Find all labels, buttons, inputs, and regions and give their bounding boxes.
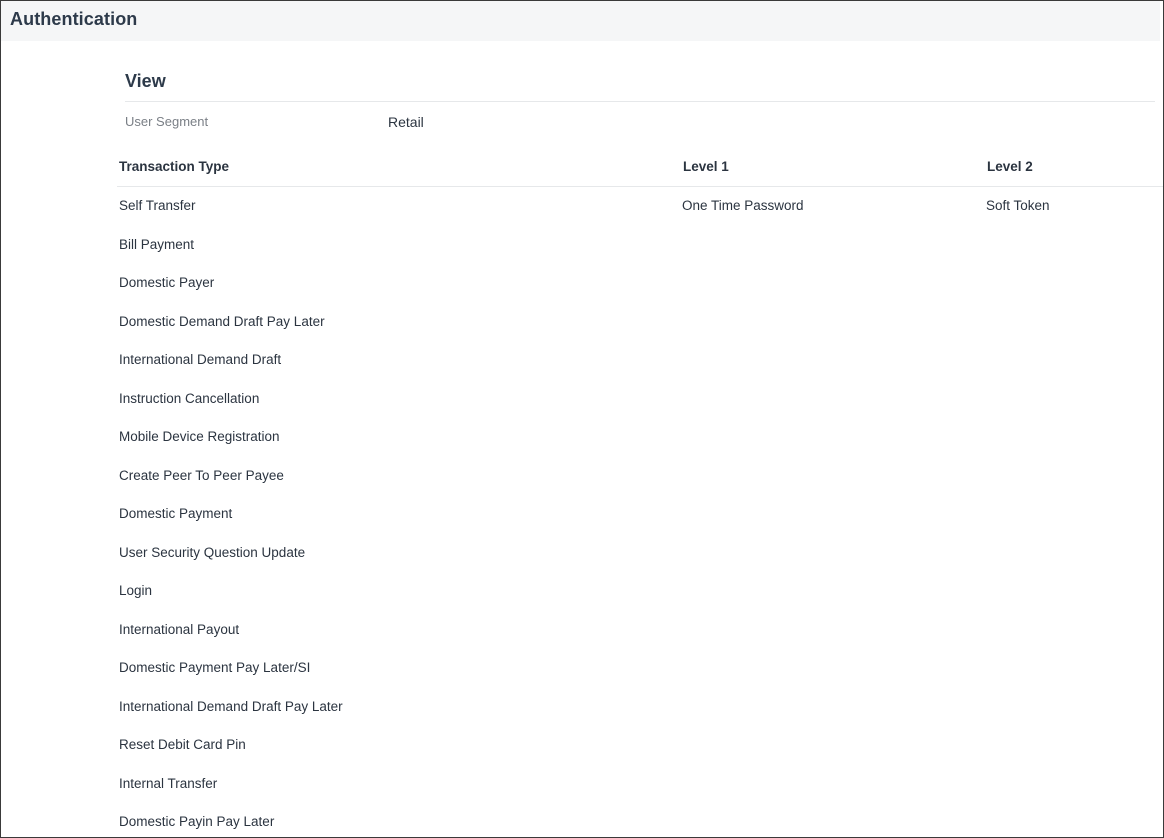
column-header-level-1: Level 1 [683,159,729,174]
table-row: Domestic Payer [117,264,1163,303]
user-segment-row: User Segment Retail [125,114,1155,132]
transaction-type-cell: International Demand Draft Pay Later [119,698,343,714]
column-header-level-2: Level 2 [987,159,1033,174]
table-row: International Payout [117,611,1163,650]
transaction-type-cell: International Demand Draft [119,352,282,367]
user-segment-value: Retail [388,114,424,130]
table-row: Reset Debit Card Pin [117,726,1163,765]
table-row: Bill Payment [117,226,1163,265]
table-row: User Security Question Update [117,534,1163,573]
view-title: View [125,71,1155,102]
transaction-type-cell: User Security Question Update [119,544,306,560]
transaction-type-cell: Mobile Device Registration [119,429,280,444]
table-row: Login [117,572,1163,611]
table-row: International Demand Draft Pay Later [117,688,1163,727]
table-row: International Demand Draft [117,341,1163,380]
table-row: Domestic Payment Pay Later/SI [117,649,1163,688]
table-header: Transaction Type Level 1 Level 2 [117,149,1163,187]
transaction-type-cell: Domestic Payment [119,506,233,521]
table-row: Domestic Demand Draft Pay Later [117,303,1163,342]
table-row: Internal Transfer [117,765,1163,804]
table-body: Self Transfer One Time Password Soft Token… [117,187,1163,837]
table-row: Domestic Payment [117,495,1163,534]
table-row: Domestic Payin Pay Later [117,803,1163,837]
transaction-type-cell: International Payout [119,621,240,637]
transaction-type-cell: Domestic Payer [119,275,215,290]
column-header-transaction-type: Transaction Type [119,159,230,174]
app-frame: Authentication View User Segment Retail … [0,0,1164,838]
transaction-type-cell: Domestic Demand Draft Pay Later [119,313,325,329]
transaction-type-cell: Bill Payment [119,236,195,252]
transaction-type-cell: Self Transfer [119,198,196,213]
transaction-type-cell: Login [119,583,153,598]
transaction-type-cell: Domestic Payin Pay Later [119,814,275,829]
transaction-type-cell: Create Peer To Peer Payee [119,467,284,483]
authentication-table: Transaction Type Level 1 Level 2 Self Tr… [117,149,1163,837]
table-row: Instruction Cancellation [117,380,1163,419]
page-title: Authentication [10,9,138,29]
transaction-type-cell: Internal Transfer [119,775,218,791]
transaction-type-cell: Reset Debit Card Pin [119,737,246,752]
transaction-type-cell: Domestic Payment Pay Later/SI [119,660,311,675]
table-row: Mobile Device Registration [117,418,1163,457]
page-header: Authentication [1,1,1160,41]
user-segment-label: User Segment [125,114,209,129]
table-row: Self Transfer One Time Password Soft Token [117,187,1163,226]
table-row: Create Peer To Peer Payee [117,457,1163,496]
level-1-cell: One Time Password [682,198,804,213]
transaction-type-cell: Instruction Cancellation [119,390,260,406]
view-section: View [125,71,1155,102]
level-2-cell: Soft Token [986,198,1050,213]
